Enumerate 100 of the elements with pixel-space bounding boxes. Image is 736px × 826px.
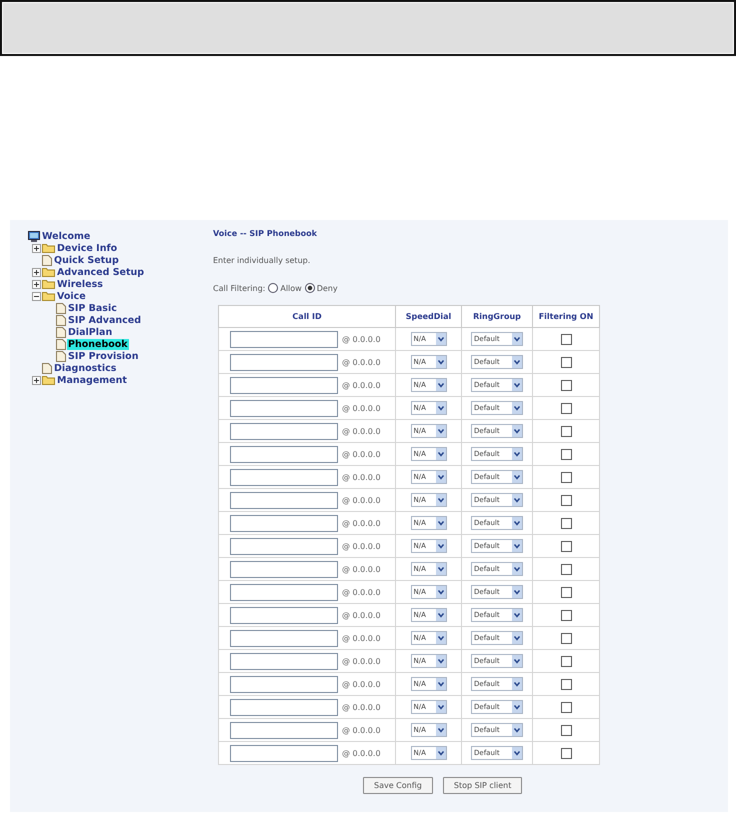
call-id-field[interactable] — [230, 652, 338, 670]
tree-item[interactable]: Voice — [56, 290, 87, 302]
tree-item[interactable]: Wireless — [56, 278, 104, 290]
caret-icon — [512, 356, 522, 368]
call-id-field[interactable] — [230, 376, 338, 394]
checkbox[interactable] — [560, 518, 572, 528]
address-text: @ 0.0.0.0 — [342, 656, 381, 666]
expand-icon[interactable] — [32, 280, 41, 288]
call-id-field[interactable] — [230, 722, 338, 738]
page-title: Voice -- SIP Phonebook — [213, 229, 318, 238]
checkbox[interactable] — [560, 448, 572, 460]
caret-icon — [512, 471, 522, 483]
caret-icon — [436, 609, 446, 621]
call-id-field[interactable] — [230, 538, 338, 554]
call-id-field[interactable] — [230, 422, 338, 440]
tree-item[interactable]: SIP Basic — [67, 302, 118, 314]
caret-icon — [512, 563, 522, 575]
call-id-field[interactable] — [230, 744, 338, 762]
checkbox[interactable] — [560, 426, 572, 436]
tree-item[interactable]: Phonebook — [67, 338, 129, 350]
caret-icon — [512, 379, 522, 391]
tree-item[interactable]: Welcome — [41, 230, 92, 242]
call-id-field[interactable] — [230, 698, 338, 716]
monitor-icon — [28, 230, 40, 242]
checkbox[interactable] — [560, 356, 572, 368]
checkbox[interactable] — [560, 678, 572, 690]
checkbox[interactable] — [560, 564, 572, 574]
call-id-field[interactable] — [230, 630, 338, 646]
caret-icon — [512, 402, 522, 414]
stop-button[interactable]: Stop SIP client — [442, 777, 522, 794]
checkbox[interactable] — [560, 702, 572, 712]
checkbox[interactable] — [560, 656, 572, 666]
checkbox[interactable] — [560, 472, 572, 482]
tree-item[interactable]: Advanced Setup — [56, 266, 146, 278]
caret-icon — [512, 494, 522, 506]
caret-icon — [436, 724, 446, 736]
caret-icon — [436, 379, 446, 391]
call-id-field[interactable] — [230, 354, 338, 370]
page-icon — [56, 302, 66, 314]
checkbox[interactable] — [560, 334, 572, 344]
tree-item[interactable]: Management — [56, 374, 128, 386]
tree-item[interactable]: DialPlan — [67, 326, 114, 338]
tree-item[interactable]: SIP Provision — [67, 350, 140, 362]
checkbox[interactable] — [560, 610, 572, 620]
caret-icon — [436, 356, 446, 368]
call-id-field[interactable] — [230, 446, 338, 462]
address-text: @ 0.0.0.0 — [342, 518, 381, 528]
intro-text: Enter individually setup. — [213, 256, 310, 265]
caret-icon — [512, 333, 522, 345]
expand-icon[interactable] — [32, 376, 41, 384]
caret-icon — [512, 609, 522, 621]
address-text: @ 0.0.0.0 — [342, 426, 381, 436]
checkbox[interactable] — [560, 724, 572, 736]
call-id-field[interactable] — [230, 560, 338, 578]
page-icon — [56, 314, 66, 326]
checkbox[interactable] — [560, 586, 572, 598]
radio-button[interactable] — [304, 283, 315, 293]
caret-icon — [436, 425, 446, 437]
checkbox[interactable] — [560, 402, 572, 414]
address-text: @ 0.0.0.0 — [342, 726, 381, 734]
address-text: @ 0.0.0.0 — [342, 702, 381, 712]
column-header: RingGroup — [462, 306, 532, 328]
save-button[interactable]: Save Config — [363, 777, 433, 794]
call-id-field[interactable] — [230, 514, 338, 532]
tree-item[interactable]: Quick Setup — [53, 254, 120, 266]
caret-icon — [436, 655, 446, 667]
column-header: Filtering ON — [532, 306, 600, 328]
call-id-field[interactable] — [230, 492, 338, 508]
call-id-field[interactable] — [230, 676, 338, 692]
tree-item[interactable]: SIP Advanced — [67, 314, 142, 326]
call-id-field[interactable] — [230, 400, 338, 416]
address-text: @ 0.0.0.0 — [342, 404, 381, 412]
checkbox[interactable] — [560, 494, 572, 506]
call-id-field[interactable] — [230, 584, 338, 600]
call-id-field[interactable] — [230, 606, 338, 624]
caret-icon — [512, 425, 522, 437]
address-text: @ 0.0.0.0 — [342, 748, 381, 758]
caret-icon — [436, 701, 446, 713]
checkbox[interactable] — [560, 540, 572, 552]
checkbox[interactable] — [560, 632, 572, 644]
address-text: @ 0.0.0.0 — [342, 542, 381, 550]
address-text: @ 0.0.0.0 — [342, 496, 381, 504]
expand-icon[interactable] — [32, 244, 41, 252]
caret-icon — [436, 448, 446, 460]
caret-icon — [512, 448, 522, 460]
call-id-field[interactable] — [230, 330, 338, 348]
radio-button[interactable] — [268, 283, 278, 293]
expand-icon[interactable] — [32, 268, 41, 276]
caret-icon — [512, 655, 522, 667]
caret-icon — [436, 747, 446, 759]
caret-icon — [436, 402, 446, 414]
checkbox[interactable] — [560, 748, 572, 758]
collapse-icon[interactable] — [32, 292, 41, 300]
folder-icon — [42, 243, 55, 253]
caret-icon — [512, 747, 522, 759]
tree-item[interactable]: Device Info — [56, 242, 118, 254]
checkbox[interactable] — [560, 380, 572, 390]
caret-icon — [436, 494, 446, 506]
tree-item[interactable]: Diagnostics — [53, 362, 118, 374]
call-id-field[interactable] — [230, 468, 338, 486]
